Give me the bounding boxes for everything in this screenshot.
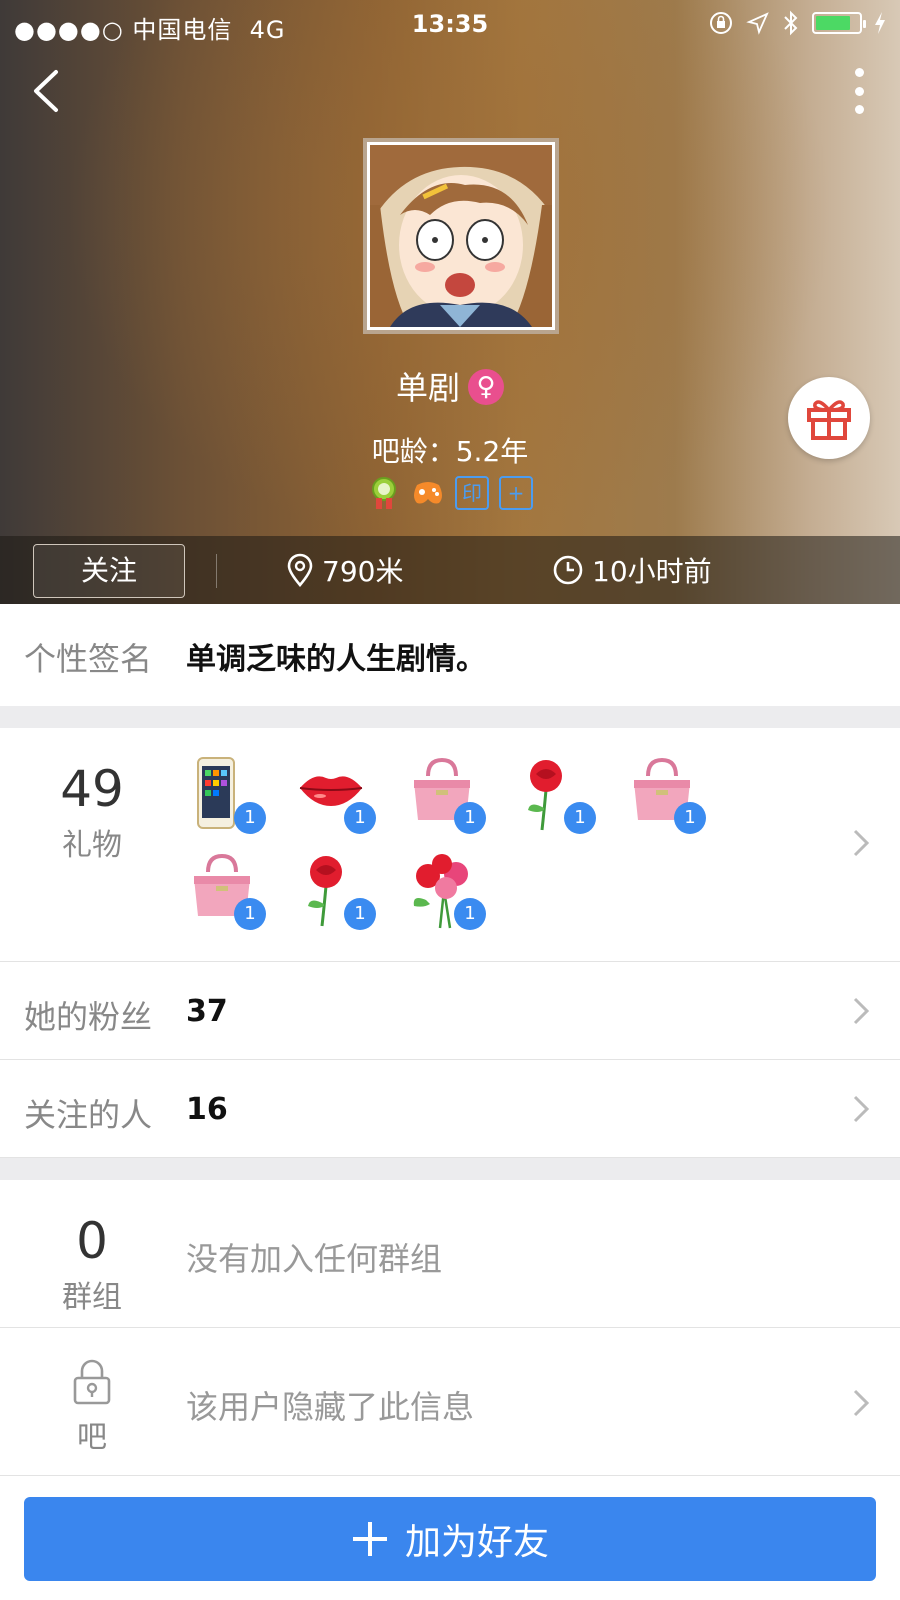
- avatar[interactable]: [363, 138, 559, 334]
- bouquet-gift-icon: 1: [406, 850, 486, 930]
- add-friend-button[interactable]: 加为好友: [24, 1497, 876, 1581]
- gift-count-badge: 1: [344, 802, 376, 834]
- profile-name-row: 单剧 ♀: [0, 363, 900, 409]
- location-arrow-icon: [746, 12, 769, 35]
- tieba-hidden-text: 该用户隐藏了此信息: [186, 1388, 475, 1426]
- chevron-right-icon: [853, 829, 870, 857]
- battery-icon: [812, 12, 866, 34]
- plus-icon: [352, 1522, 387, 1556]
- divider: [216, 554, 217, 588]
- following-count: 16: [186, 1092, 228, 1127]
- last-active-text: 10小时前: [592, 555, 712, 588]
- gift-count: 49: [60, 760, 124, 818]
- lips-gift-icon: 1: [296, 754, 376, 834]
- fans-row[interactable]: 她的粉丝 37: [0, 962, 900, 1060]
- fans-label: 她的粉丝: [24, 998, 153, 1036]
- handbag-gift-icon: 1: [186, 850, 266, 930]
- follow-button[interactable]: 关注: [33, 544, 185, 598]
- gift-label: 礼物: [62, 828, 122, 863]
- medal-badge-icon[interactable]: [367, 476, 401, 510]
- handbag-gift-icon: 1: [406, 754, 486, 834]
- add-badge[interactable]: +: [499, 476, 533, 510]
- gifts-section[interactable]: 49 礼物 1 1 1 1 1 1 1 1: [0, 728, 900, 962]
- gift-count-badge: 1: [674, 802, 706, 834]
- gift-count-badge: 1: [454, 898, 486, 930]
- handbag-gift-icon: 1: [626, 754, 706, 834]
- group-label: 群组: [62, 1280, 122, 1315]
- phone-gift-icon: 1: [186, 754, 266, 834]
- signature-text: 单调乏味的人生剧情。: [186, 642, 486, 677]
- chevron-right-icon: [853, 1389, 870, 1417]
- avatar-image: [370, 145, 552, 327]
- section-gap: [0, 1158, 900, 1180]
- group-count-block: 0 群组: [0, 1216, 184, 1316]
- signature-label: 个性签名: [24, 640, 153, 678]
- profile-header: ●●●●○ 中国电信 4G 13:35 单剧 ♀ 吧龄：5.2年 印 + 关注 …: [0, 0, 900, 604]
- tieba-block: 吧: [0, 1358, 184, 1456]
- distance-text: 790米: [322, 555, 404, 588]
- gift-count-badge: 1: [454, 802, 486, 834]
- gift-count-badge: 1: [564, 802, 596, 834]
- groups-empty-text: 没有加入任何群组: [186, 1240, 443, 1278]
- following-row[interactable]: 关注的人 16: [0, 1060, 900, 1158]
- send-gift-button[interactable]: [788, 377, 870, 459]
- seal-badge[interactable]: 印: [455, 476, 489, 510]
- tieba-section[interactable]: 吧 该用户隐藏了此信息: [0, 1328, 900, 1476]
- rotation-lock-icon: [710, 12, 732, 34]
- add-friend-label: 加为好友: [404, 1522, 549, 1563]
- status-bar: ●●●●○ 中国电信 4G 13:35: [0, 6, 900, 44]
- group-count: 0: [76, 1212, 108, 1270]
- gift-count-badge: 1: [234, 898, 266, 930]
- distance-info: 790米: [286, 550, 403, 590]
- section-gap: [0, 706, 900, 728]
- location-pin-icon: [287, 553, 313, 587]
- gift-count-badge: 1: [234, 802, 266, 834]
- lock-icon: [73, 1359, 111, 1405]
- gift-count-block: 49 礼物: [0, 764, 184, 864]
- female-icon: ♀: [468, 369, 504, 405]
- badge-row: 印 +: [0, 476, 900, 510]
- chevron-right-icon: [853, 1095, 870, 1123]
- rose-gift-icon: 1: [516, 754, 596, 834]
- tieba-label: 吧: [77, 1420, 107, 1455]
- tieba-age: 吧龄：5.2年: [371, 435, 529, 468]
- back-arrow-icon[interactable]: [26, 66, 66, 116]
- gift-icon: [807, 400, 851, 440]
- following-label: 关注的人: [24, 1096, 153, 1134]
- chevron-right-icon: [853, 997, 870, 1025]
- last-active-info: 10小时前: [552, 550, 712, 590]
- gift-count-badge: 1: [344, 898, 376, 930]
- fans-count: 37: [186, 994, 228, 1029]
- action-bar: 关注 790米 10小时前: [0, 536, 900, 604]
- groups-section: 0 群组 没有加入任何群组: [0, 1180, 900, 1328]
- profile-name: 单剧: [395, 369, 460, 407]
- signature-row: 个性签名 单调乏味的人生剧情。: [0, 604, 900, 706]
- game-controller-badge-icon[interactable]: [411, 476, 445, 510]
- more-options-icon[interactable]: [852, 68, 866, 114]
- charging-icon: [875, 12, 885, 34]
- rose-gift-icon: 1: [296, 850, 376, 930]
- bluetooth-icon: [784, 10, 798, 36]
- clock-icon: [553, 555, 583, 585]
